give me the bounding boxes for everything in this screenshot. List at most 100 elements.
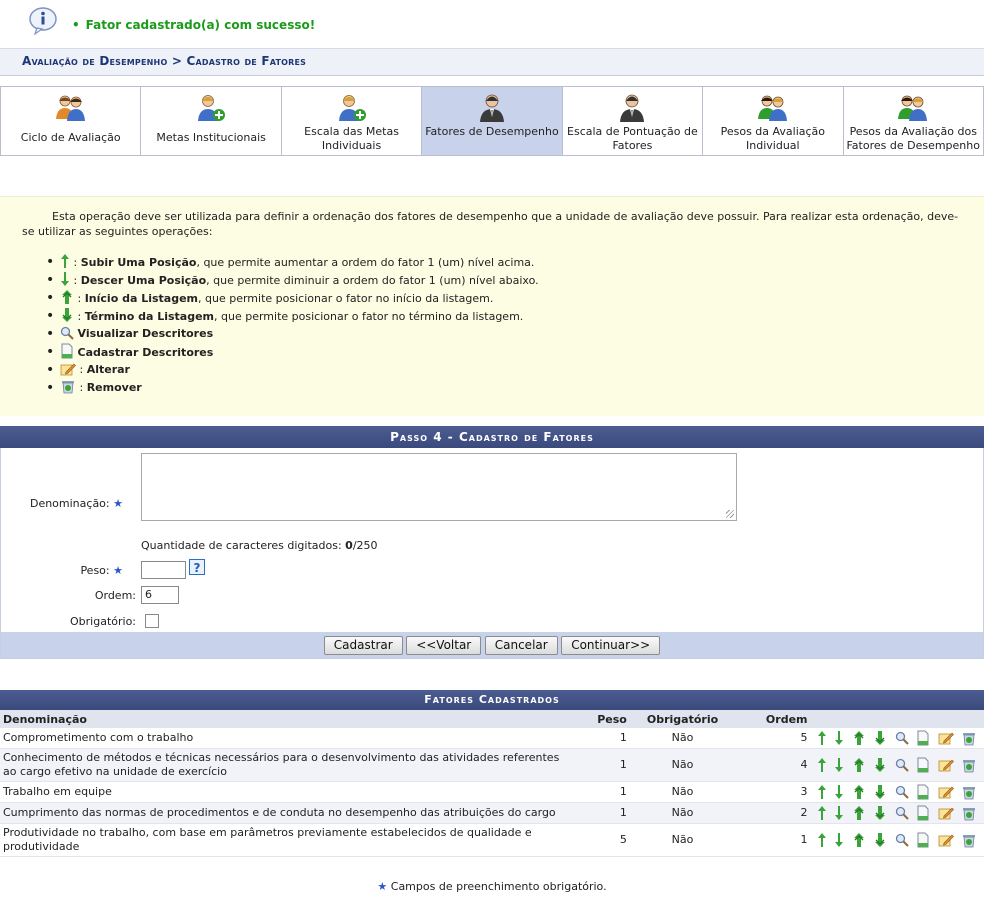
cell-peso: 1 [574,781,630,803]
arrow-top-icon[interactable] [852,832,866,848]
arrow-up-icon[interactable] [817,784,827,800]
success-message-text: Fator cadastrado(a) com sucesso! [85,18,316,32]
arrow-down-icon [61,272,69,286]
arrow-up-icon[interactable] [817,730,827,746]
tab-escala-metas-individuais[interactable]: Escala das Metas Individuais [281,86,423,156]
tab-metas-institucionais[interactable]: Metas Institucionais [141,86,282,156]
cell-actions [810,728,984,749]
cell-peso: 1 [574,802,630,824]
voltar-button[interactable]: <<Voltar [406,636,482,655]
arrow-top-icon[interactable] [852,805,866,821]
header-actions [810,710,984,728]
users-icon [55,95,85,121]
denominacao-textarea[interactable] [141,453,737,521]
tab-label: Escala de Pontuação de Fatores [567,125,698,152]
peso-input[interactable] [141,561,186,579]
arrow-top-icon[interactable] [852,784,866,800]
cell-denominacao: Trabalho em equipe [0,781,575,803]
arrow-down-icon[interactable] [834,784,844,800]
required-star-icon: ★ [113,564,123,577]
document-icon[interactable] [916,805,930,821]
info-icon [29,7,57,36]
trash-icon[interactable] [961,833,977,848]
document-icon[interactable] [916,832,930,848]
tab-fatores-desempenho[interactable]: Fatores de Desempenho [422,86,563,156]
cell-obrigatorio: Não [629,728,736,749]
arrow-down-icon[interactable] [834,757,844,773]
document-icon[interactable] [916,757,930,773]
table-row: Trabalho em equipe 1 Não 3 [0,781,984,803]
resize-grip-icon[interactable] [726,510,734,518]
cancelar-button[interactable]: Cancelar [484,636,558,655]
tab-label: Metas Institucionais [156,131,266,144]
cell-denominacao: Produtividade no trabalho, com base em p… [0,823,575,857]
form-buttons: Cadastrar <<Voltar Cancelar Continuar>> [0,632,984,659]
tab-label: Pesos da Avaliação dos Fatores de Desemp… [846,125,980,152]
magnifier-icon[interactable] [895,806,909,820]
arrow-bottom-icon[interactable] [873,730,887,746]
arrow-up-icon[interactable] [817,805,827,821]
header-obrigatorio: Obrigatório [629,710,736,728]
required-note: ★ Campos de preenchimento obrigatório. [377,880,607,893]
instructions-list: : Subir Uma Posição, que permite aumenta… [46,253,539,397]
list-item: Cadastrar Descritores [46,343,539,361]
list-item: : Término da Listagem, que permite posic… [46,307,539,325]
arrow-down-icon[interactable] [834,832,844,848]
cell-obrigatorio: Não [629,781,736,803]
required-star-icon: ★ [113,497,123,510]
magnifier-icon[interactable] [895,731,909,745]
magnifier-icon[interactable] [895,833,909,847]
document-icon[interactable] [916,784,930,800]
cell-actions [810,823,984,857]
trash-icon[interactable] [961,758,977,773]
cell-peso: 5 [574,823,630,857]
bullet: • [72,18,80,32]
denominacao-label: Denominação: ★ [29,497,123,510]
table-row: Comprometimento com o trabalho 1 Não 5 [0,728,984,749]
arrow-bottom-icon[interactable] [873,757,887,773]
user-add-icon [338,95,366,121]
form-caption: Passo 4 - Cadastro de Fatores [0,426,984,448]
arrow-up-icon[interactable] [817,832,827,848]
trash-icon[interactable] [961,785,977,800]
cell-denominacao: Conhecimento de métodos e técnicas neces… [0,748,575,782]
edit-icon[interactable] [938,731,954,745]
cadastrar-button[interactable]: Cadastrar [323,636,403,655]
table-row: Produtividade no trabalho, com base em p… [0,823,984,857]
obrigatorio-checkbox[interactable] [145,614,159,628]
document-icon[interactable] [916,730,930,746]
magnifier-icon[interactable] [895,758,909,772]
magnifier-icon[interactable] [895,785,909,799]
arrow-down-icon[interactable] [834,805,844,821]
cell-obrigatorio: Não [629,748,736,782]
cell-ordem: 1 [735,823,811,857]
edit-icon[interactable] [938,785,954,799]
trash-icon[interactable] [961,806,977,821]
trash-icon[interactable] [961,731,977,746]
arrow-top-icon[interactable] [852,730,866,746]
factors-table: Denominação Peso Obrigatório Ordem Compr… [0,710,984,857]
tab-pesos-avaliacao-individual[interactable]: Pesos da Avaliação Individual [703,86,844,156]
obrigatorio-label: Obrigatório: [70,615,136,628]
ordem-input[interactable]: 6 [141,586,179,604]
arrow-bottom-icon[interactable] [873,805,887,821]
tab-pesos-avaliacao-fatores[interactable]: Pesos da Avaliação dos Fatores de Desemp… [843,86,984,156]
arrow-up-icon[interactable] [817,757,827,773]
list-item: : Remover [46,379,539,397]
factor-form: Denominação: ★ Quantidade de caracteres … [0,448,984,632]
arrow-top-icon[interactable] [852,757,866,773]
cell-obrigatorio: Não [629,823,736,857]
tab-escala-pontuacao-fatores[interactable]: Escala de Pontuação de Fatores [562,86,704,156]
arrow-down-icon[interactable] [834,730,844,746]
cell-ordem: 5 [735,728,811,749]
edit-icon[interactable] [938,806,954,820]
continuar-button[interactable]: Continuar>> [561,636,661,655]
edit-icon[interactable] [938,833,954,847]
arrow-bottom-icon[interactable] [873,832,887,848]
arrow-bottom-icon[interactable] [873,784,887,800]
tab-ciclo-avaliacao[interactable]: Ciclo de Avaliação [0,86,142,156]
list-caption: Fatores Cadastrados [0,690,984,710]
edit-icon[interactable] [938,758,954,772]
help-icon[interactable]: ? [189,559,205,575]
tab-label: Escala das Metas Individuais [304,125,399,152]
